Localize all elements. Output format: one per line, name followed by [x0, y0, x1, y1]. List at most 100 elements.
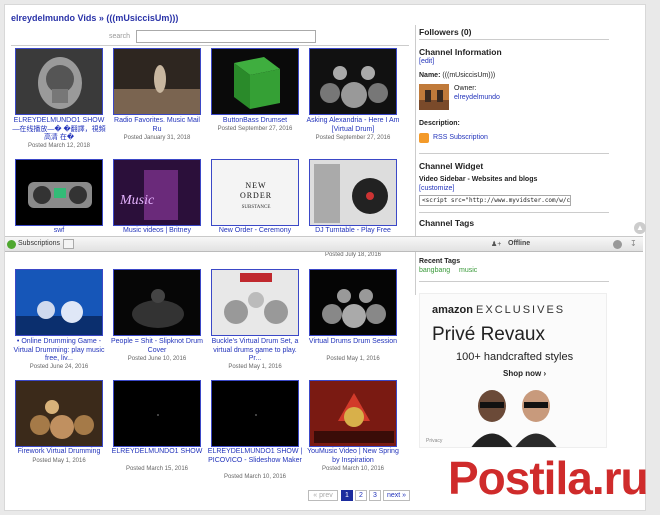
video-date: Posted January 31, 2018 — [123, 135, 191, 141]
video-title[interactable]: Radio Favorites. Music Mail Ru — [109, 117, 205, 134]
subscriptions-label[interactable]: Subscriptions — [18, 240, 60, 247]
svg-text:Music: Music — [119, 193, 155, 208]
video-title[interactable]: Virtual Drums Drum Session — [305, 338, 401, 347]
video-title[interactable]: ELREYDELMUNDO1 SHOW—在线播放—� �翻譯，視頻高清 在� — [11, 117, 107, 143]
channel-name: Name: (((mUsiccisUm))) — [419, 72, 495, 79]
tags-heading: Channel Tags — [419, 218, 475, 228]
video-thumbnail[interactable] — [309, 380, 397, 447]
edit-link[interactable]: [edit] — [419, 58, 434, 65]
app-logo-icon — [7, 240, 16, 249]
video-title[interactable]: Music videos | Britney — [109, 227, 205, 236]
divider — [419, 281, 609, 282]
video-date: Posted September 27, 2016 — [217, 126, 293, 132]
video-date: Posted June 10, 2016 — [127, 356, 187, 362]
ad-cta[interactable]: Shop now › — [503, 369, 546, 378]
video-title[interactable]: swf — [11, 227, 107, 236]
video-date: Posted May 1, 2016 — [32, 458, 86, 464]
recent-tags-label: Recent Tags — [419, 258, 461, 265]
ad-privacy[interactable]: Privacy — [426, 438, 442, 444]
followers-heading: Followers (0) — [419, 27, 472, 37]
rss-link[interactable]: RSS Subscription — [433, 134, 488, 141]
video-thumbnail[interactable]: NEW ORDER SUBSTANCE — [211, 159, 299, 226]
embed-code-field[interactable]: <script src="http://www.myvidster.com/w/… — [419, 195, 571, 206]
widget-label: Video Sidebar - Websites and blogs — [419, 176, 538, 183]
pagination-next[interactable]: next » — [383, 490, 410, 501]
video-date: Posted June 24, 2016 — [29, 364, 89, 370]
video-thumbnail[interactable] — [113, 269, 201, 336]
video-date: Posted March 10, 2016 — [321, 466, 385, 472]
search-label: search — [109, 33, 131, 40]
video-date: Posted May 1, 2016 — [326, 356, 380, 362]
divider — [11, 45, 409, 46]
ad-tagline: 100+ handcrafted styles — [456, 351, 574, 363]
video-thumbnail[interactable] — [211, 380, 299, 447]
rss-icon[interactable] — [419, 133, 429, 143]
svg-text:SUBSTANCE: SUBSTANCE — [242, 205, 271, 210]
collapse-icon[interactable]: ↧ — [630, 239, 637, 248]
status-label: Offline — [508, 240, 531, 247]
watermark: Postila.ru — [448, 452, 649, 504]
pagination-page-1[interactable]: 1 — [341, 490, 353, 501]
svg-text:NEW: NEW — [245, 181, 266, 190]
sidebar-divider — [415, 25, 416, 295]
divider — [419, 212, 609, 213]
video-title[interactable]: ELREYDELMUNDO1 SHOW | PICOVICO - Slidesh… — [207, 448, 303, 465]
video-thumbnail[interactable] — [15, 48, 103, 115]
video-thumbnail[interactable] — [309, 269, 397, 336]
divider — [419, 39, 609, 40]
divider — [419, 153, 609, 154]
page: elreydelmundo Vids » (((mUsiccisUm))) se… — [4, 4, 646, 511]
video-title[interactable]: Asking Alexandria - Here I Am [Virtual D… — [305, 117, 401, 134]
video-thumbnail[interactable] — [211, 269, 299, 336]
add-icon[interactable] — [63, 239, 74, 249]
video-thumbnail[interactable] — [113, 48, 201, 115]
video-thumbnail[interactable]: Music — [113, 159, 201, 226]
page-title[interactable]: elreydelmundo Vids » (((mUsiccisUm))) — [11, 13, 178, 23]
ad-brand: amazon — [432, 304, 473, 316]
owner-label: Owner: — [454, 85, 477, 92]
video-thumbnail[interactable] — [309, 159, 397, 226]
video-thumbnail[interactable] — [15, 269, 103, 336]
settings-icon[interactable] — [613, 240, 622, 249]
tag-link[interactable]: music — [459, 267, 477, 274]
video-thumbnail[interactable] — [211, 48, 299, 115]
video-title[interactable]: New Order - Ceremony — [207, 227, 303, 236]
pagination-page-2[interactable]: 2 — [355, 490, 367, 501]
owner-link[interactable]: elreydelmundo — [454, 94, 500, 101]
tag-link[interactable]: bangbang — [419, 267, 450, 274]
video-title[interactable]: Firework Virtual Drumming — [11, 448, 107, 457]
video-title[interactable]: DJ Turntable - Play Free — [305, 227, 401, 236]
video-date: Posted March 10, 2016 — [223, 474, 287, 480]
video-date: Posted March 12, 2018 — [27, 143, 91, 149]
svg-text:ORDER: ORDER — [240, 191, 272, 200]
video-title[interactable]: ELREYDELMUNDO1 SHOW — [109, 448, 205, 457]
video-thumbnail[interactable] — [15, 159, 103, 226]
widget-heading: Channel Widget — [419, 161, 484, 171]
search-input[interactable] — [136, 30, 316, 43]
video-title[interactable]: Buckle's Virtual Drum Set, a virtual dru… — [207, 338, 303, 364]
video-thumbnail[interactable] — [113, 380, 201, 447]
video-title[interactable]: People = Shit - Slipknot Drum Cover — [109, 338, 205, 355]
video-title[interactable]: YouMusic Video | New Spring by Inspirati… — [305, 448, 401, 465]
advertisement[interactable]: amazon EXCLUSIVES Privé Revaux 100+ hand… — [419, 293, 607, 448]
subscriptions-toolbar: Subscriptions ♟+ Offline ↧ — [5, 236, 643, 252]
customize-link[interactable]: [customize] — [419, 185, 454, 192]
ad-brand-line: amazon EXCLUSIVES — [432, 304, 565, 316]
video-date: Posted May 1, 2016 — [228, 364, 282, 370]
scroll-up-icon[interactable]: ▲ — [634, 222, 646, 234]
name-label: Name: — [419, 72, 441, 79]
avatar[interactable] — [419, 84, 449, 110]
ad-brand-suffix: EXCLUSIVES — [476, 304, 566, 316]
video-date: Posted September 27, 2016 — [315, 135, 391, 141]
user-add-icon[interactable]: ♟+ — [491, 240, 501, 248]
channel-info-heading: Channel Information — [419, 47, 502, 57]
description-label: Description: — [419, 120, 460, 127]
pagination-page-3[interactable]: 3 — [369, 490, 381, 501]
video-title[interactable]: • Online Drumming Game - Virtual Drummin… — [11, 338, 107, 364]
video-date: Posted March 15, 2016 — [125, 466, 189, 472]
pagination-prev: « prev — [308, 490, 338, 501]
ad-image — [464, 384, 564, 447]
video-date: Posted July 18, 2016 — [324, 252, 382, 258]
video-thumbnail[interactable] — [15, 380, 103, 447]
video-thumbnail[interactable] — [309, 48, 397, 115]
